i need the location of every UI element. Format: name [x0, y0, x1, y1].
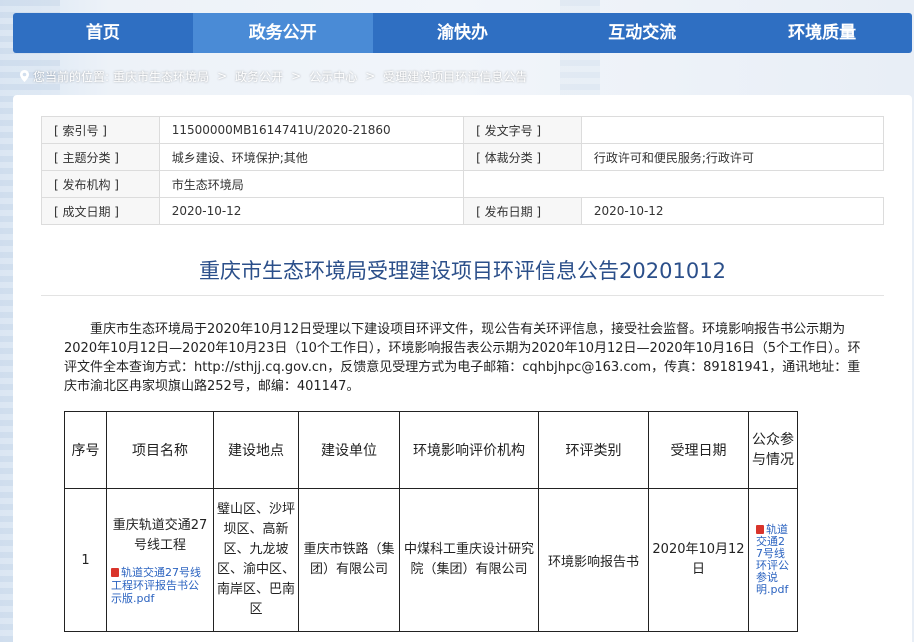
- table-row: 1 重庆轨道交通27号线工程 轨道交通27号线工程环评报告书公示版.pdf 璧山…: [64, 488, 798, 632]
- pdf-icon: [756, 525, 764, 534]
- cell-agency: 中煤科工重庆设计研究院（集团）有限公司: [399, 488, 539, 632]
- th-builder: 建设单位: [298, 411, 400, 489]
- cell-builder: 重庆市铁路（集团）有限公司: [298, 488, 400, 632]
- meta-docno-value: [580, 116, 885, 144]
- th-agency: 环境影响评价机构: [399, 411, 539, 489]
- nav-yukuaiban[interactable]: 渝快办: [373, 13, 553, 53]
- public-participation-pdf-link[interactable]: 轨道交通27号线环评公参说明.pdf: [756, 524, 790, 596]
- cell-location: 璧山区、沙坪坝区、高新区、九龙坡区、渝中区、南岸区、巴南区: [213, 488, 299, 632]
- meta-created-value: 2020-10-12: [158, 197, 465, 225]
- project-name: 重庆轨道交通27号线工程: [112, 517, 208, 553]
- th-no: 序号: [64, 411, 107, 489]
- meta-genre-label: [ 体裁分类 ]: [463, 143, 582, 171]
- meta-published-label: [ 发布日期 ]: [463, 197, 582, 225]
- breadcrumb: 您当前的位置: 重庆市生态环境局 > 政务公开 > 公示中心 > 受理建设项目环…: [20, 66, 527, 86]
- meta-published-value: 2020-10-12: [580, 197, 885, 225]
- meta-topic-label: [ 主题分类 ]: [41, 143, 160, 171]
- article-title: 重庆市生态环境局受理建设项目环评信息公告20201012: [199, 259, 726, 283]
- breadcrumb-item-notice-center[interactable]: 公示中心: [309, 68, 357, 85]
- cell-no: 1: [64, 488, 107, 632]
- breadcrumb-item-current[interactable]: 受理建设项目环评信息公告: [383, 68, 527, 85]
- meta-topic-value: 城乡建设、环境保护;其他: [158, 143, 465, 171]
- meta-issuer-value: 市生态环境局: [158, 170, 465, 198]
- meta-issuer-label: [ 发布机构 ]: [41, 170, 160, 198]
- meta-genre-value: 行政许可和便民服务;行政许可: [580, 143, 885, 171]
- article-paragraph: 重庆市生态环境局于2020年10月12日受理以下建设项目环评文件，现公告有关环评…: [64, 322, 861, 394]
- breadcrumb-separator: >: [291, 69, 302, 83]
- cell-category: 环境影响报告书: [538, 488, 649, 632]
- th-project: 项目名称: [106, 411, 214, 489]
- project-report-pdf-link[interactable]: 轨道交通27号线工程环评报告书公示版.pdf: [111, 566, 209, 605]
- main-nav: 首页 政务公开 渝快办 互动交流 环境质量: [13, 13, 912, 53]
- th-public: 公众参与情况: [748, 411, 798, 489]
- location-pin-icon: [20, 70, 29, 82]
- breadcrumb-separator: >: [217, 69, 228, 83]
- breadcrumb-item-gov-affairs[interactable]: 政务公开: [235, 68, 283, 85]
- project-table: 序号 项目名称 建设地点 建设单位 环境影响评价机构 环评类别 受理日期 公众参…: [64, 411, 798, 632]
- cell-public: 轨道交通27号线环评公参说明.pdf: [748, 488, 798, 632]
- pdf-icon: [111, 567, 119, 577]
- th-date: 受理日期: [648, 411, 749, 489]
- meta-index-value: 11500000MB1614741U/2020-21860: [158, 116, 465, 144]
- nav-gov-affairs[interactable]: 政务公开: [192, 13, 373, 53]
- meta-docno-label: [ 发文字号 ]: [463, 116, 582, 144]
- document-meta-table: [ 索引号 ] 11500000MB1614741U/2020-21860 [ …: [41, 116, 885, 225]
- meta-created-label: [ 成文日期 ]: [41, 197, 160, 225]
- breadcrumb-item-bureau[interactable]: 重庆市生态环境局: [113, 68, 209, 85]
- title-divider: [41, 295, 884, 296]
- content-panel: [ 索引号 ] 11500000MB1614741U/2020-21860 [ …: [13, 95, 912, 642]
- table-header-row: 序号 项目名称 建设地点 建设单位 环境影响评价机构 环评类别 受理日期 公众参…: [64, 411, 798, 489]
- nav-home[interactable]: 首页: [13, 13, 193, 53]
- th-location: 建设地点: [213, 411, 299, 489]
- cell-project: 重庆轨道交通27号线工程 轨道交通27号线工程环评报告书公示版.pdf: [106, 488, 214, 632]
- project-report-pdf-name: 轨道交通27号线工程环评报告书公示版.pdf: [111, 565, 201, 605]
- th-category: 环评类别: [538, 411, 649, 489]
- meta-empty-cell: [581, 171, 883, 198]
- cell-date: 2020年10月12日: [648, 488, 749, 632]
- breadcrumb-prefix: 您当前的位置:: [33, 69, 110, 84]
- meta-empty-cell: [464, 171, 582, 198]
- nav-environment-quality[interactable]: 环境质量: [732, 13, 912, 53]
- nav-interaction[interactable]: 互动交流: [552, 13, 732, 53]
- breadcrumb-separator: >: [365, 69, 376, 83]
- meta-index-label: [ 索引号 ]: [41, 116, 160, 144]
